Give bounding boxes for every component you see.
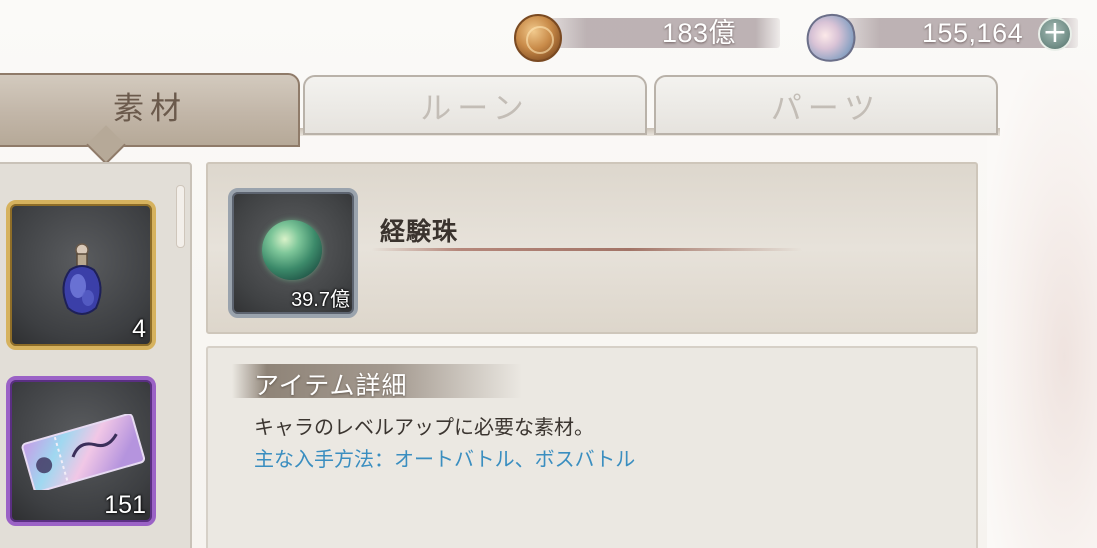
gem-value: 155,164	[922, 18, 1024, 48]
tab-parts[interactable]: パーツ	[654, 75, 998, 135]
gold-value-pill	[538, 18, 780, 48]
experience-orb-icon	[262, 220, 322, 280]
add-gems-button[interactable]: +	[1038, 17, 1072, 51]
inventory-item-ticket[interactable]: 151	[6, 376, 156, 526]
gem-icon	[799, 6, 863, 70]
item-count: 4	[132, 315, 146, 343]
inventory-scrollbar[interactable]	[176, 185, 185, 248]
item-source: 主な入手方法：オートバトル、ボスバトル	[254, 447, 636, 471]
selected-item-slot: 39.7億	[228, 188, 358, 318]
tab-materials[interactable]: 素材	[0, 73, 300, 147]
inventory-item-potion[interactable]: 4	[6, 200, 156, 350]
gold-coin-icon	[514, 14, 562, 62]
tab-runes-label: ルーン	[420, 91, 530, 127]
item-name-underline	[372, 248, 802, 251]
item-count: 151	[104, 491, 146, 519]
potion-icon	[62, 243, 102, 315]
item-description: キャラのレベルアップに必要な素材。	[254, 415, 594, 439]
selected-item-count: 39.7億	[291, 289, 350, 311]
tab-runes[interactable]: ルーン	[303, 75, 647, 135]
background-decoration	[987, 70, 1097, 548]
ticket-icon	[21, 414, 146, 490]
gold-value: 183億	[662, 18, 737, 48]
tab-materials-label: 素材	[113, 91, 187, 127]
gold-currency: 183億	[514, 14, 780, 62]
section-title: アイテム詳細	[254, 371, 408, 400]
item-name: 経験珠	[380, 217, 459, 246]
tab-parts-label: パーツ	[770, 91, 882, 127]
